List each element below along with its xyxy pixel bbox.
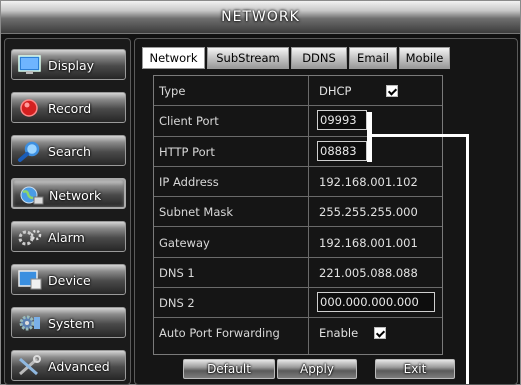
magnifier-icon	[18, 141, 40, 162]
sidebar-item-label: Advanced	[48, 359, 110, 374]
setting-row-gateway: Gateway 192.168.001.001	[154, 228, 442, 258]
sidebar-item-record[interactable]: Record	[11, 92, 126, 123]
sidebar-item-label: Search	[48, 144, 91, 159]
subnet-mask-label: Subnet Mask	[159, 205, 234, 220]
network-window: NETWORK Display Record Search Network Al…	[0, 0, 521, 385]
setting-row-dns1: DNS 1 221.005.088.088	[154, 258, 442, 289]
system-gear-icon	[19, 315, 40, 331]
sidebar-item-label: Record	[48, 101, 92, 116]
window-title: NETWORK	[221, 9, 300, 25]
record-icon	[20, 99, 38, 117]
setting-row-ip-address: IP Address 192.168.001.102	[154, 167, 442, 198]
ip-address-value[interactable]: 192.168.001.102	[319, 175, 418, 189]
device-icon	[18, 270, 42, 290]
sidebar-item-label: Device	[48, 273, 91, 288]
gateway-label: Gateway	[159, 235, 210, 250]
http-port-input[interactable]: 08883	[317, 140, 367, 161]
advanced-tools-icon	[19, 355, 41, 376]
type-label: Type	[159, 84, 186, 98]
sidebar-item-advanced[interactable]: Advanced	[11, 350, 126, 381]
auto-port-forwarding-dropdown-check[interactable]	[374, 327, 386, 340]
sidebar-item-display[interactable]: Display	[11, 49, 126, 80]
setting-row-client-port: Client Port 09993	[154, 106, 442, 137]
type-dropdown-check[interactable]	[386, 85, 398, 97]
dns1-label: DNS 1	[159, 265, 195, 280]
tab-mobile[interactable]: Mobile	[399, 47, 450, 69]
setting-row-dns2: DNS 2 000.000.000.000	[154, 288, 442, 319]
client-port-input[interactable]: 09993	[317, 110, 367, 131]
callout-line-horizontal	[372, 134, 468, 137]
ip-address-label: IP Address	[159, 174, 219, 189]
tab-email[interactable]: Email	[349, 47, 397, 69]
network-globe-icon	[20, 186, 44, 205]
auto-port-forwarding-label: Auto Port Forwarding	[159, 326, 280, 341]
gateway-value[interactable]: 192.168.001.001	[319, 236, 418, 250]
sidebar-item-alarm[interactable]: Alarm	[11, 221, 126, 252]
callout-bracket	[367, 112, 372, 162]
exit-button[interactable]: Exit	[375, 359, 455, 379]
sidebar-item-label: Alarm	[48, 230, 85, 245]
title-bar: NETWORK	[1, 1, 520, 34]
type-value[interactable]: DHCP	[319, 84, 351, 98]
alarm-icon	[18, 229, 42, 246]
subnet-mask-value[interactable]: 255.255.255.000	[319, 205, 418, 219]
sidebar: Display Record Search Network Alarm Devi…	[4, 38, 131, 385]
setting-row-auto-port-forwarding: Auto Port Forwarding Enable	[154, 318, 442, 354]
tab-network[interactable]: Network	[142, 47, 205, 69]
sidebar-item-system[interactable]: System	[11, 307, 126, 338]
dns2-label: DNS 2	[159, 296, 195, 311]
setting-row-subnet-mask: Subnet Mask 255.255.255.000	[154, 197, 442, 228]
sidebar-item-device[interactable]: Device	[11, 264, 126, 295]
sidebar-item-label: Display	[48, 58, 95, 73]
sidebar-item-label: System	[48, 316, 95, 331]
dns2-input[interactable]: 000.000.000.000	[317, 292, 435, 313]
setting-row-http-port: HTTP Port 08883	[154, 137, 442, 167]
tab-substream[interactable]: SubStream	[207, 47, 289, 69]
settings-grid: Type DHCP Client Port 09993 HTTP Port 08…	[153, 75, 443, 355]
dns1-value[interactable]: 221.005.088.088	[319, 266, 418, 280]
auto-port-forwarding-value[interactable]: Enable	[319, 326, 358, 340]
callout-line-vertical	[466, 134, 469, 384]
monitor-icon	[18, 55, 41, 74]
sidebar-item-search[interactable]: Search	[11, 135, 126, 166]
setting-row-type: Type DHCP	[154, 76, 442, 107]
apply-button[interactable]: Apply	[277, 359, 357, 379]
http-port-label: HTTP Port	[159, 144, 215, 159]
sidebar-item-network[interactable]: Network	[11, 178, 126, 209]
client-port-label: Client Port	[159, 114, 219, 129]
tab-ddns[interactable]: DDNS	[291, 47, 347, 69]
default-button[interactable]: Default	[183, 359, 275, 379]
sidebar-item-label: Network	[49, 188, 102, 203]
